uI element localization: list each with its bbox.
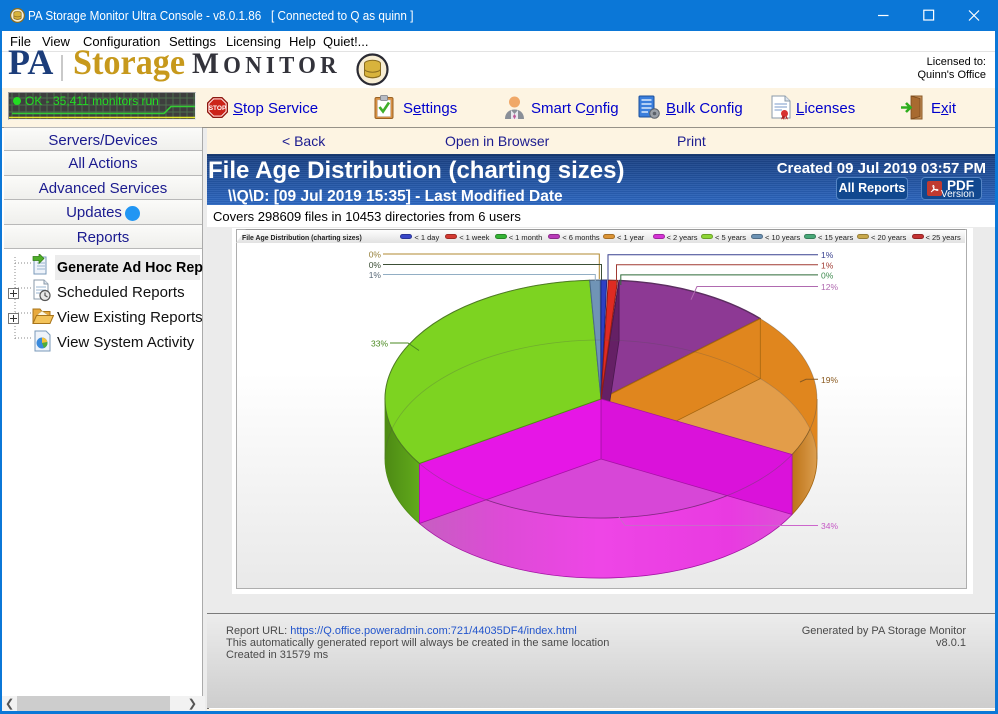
svg-text:STOP: STOP — [209, 105, 227, 112]
svg-text:19%: 19% — [821, 375, 838, 385]
svg-text:OK - 35,411 monitors run: OK - 35,411 monitors run — [25, 94, 159, 108]
svg-text:1%: 1% — [821, 260, 834, 270]
svg-text:0%: 0% — [369, 260, 382, 270]
svg-text:1%: 1% — [369, 270, 382, 280]
svg-text:0%: 0% — [821, 270, 834, 280]
svg-text:1%: 1% — [821, 250, 834, 260]
svg-text:0%: 0% — [369, 250, 382, 260]
svg-text:12%: 12% — [821, 282, 838, 292]
svg-text:34%: 34% — [821, 521, 838, 531]
svg-text:33%: 33% — [371, 339, 388, 349]
